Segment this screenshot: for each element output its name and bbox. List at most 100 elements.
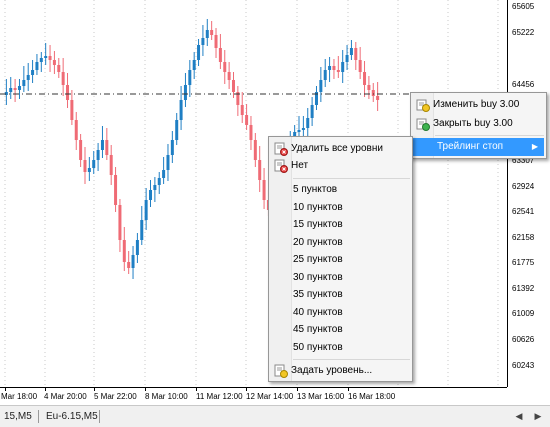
time-tick: [348, 388, 349, 391]
delete-all-levels-item[interactable]: Удалить все уровни: [271, 140, 410, 158]
menu-separator: [293, 359, 410, 360]
menu-separator: [293, 178, 410, 179]
modify-order-item[interactable]: Изменить buy 3.00: [413, 96, 544, 114]
modify-order-icon: [416, 99, 430, 112]
chart-tab[interactable]: Eu-6.15,M5: [42, 409, 102, 424]
candle-body: [79, 140, 83, 160]
candle-body: [323, 70, 327, 80]
price-label: 62541: [512, 207, 535, 216]
candle-body: [231, 80, 235, 92]
time-label: 16 Mar 18:00: [348, 392, 396, 401]
candle-body: [105, 140, 109, 155]
candle-body: [92, 160, 96, 168]
candle-body: [253, 140, 257, 160]
candle-body: [301, 128, 305, 130]
none-level-item[interactable]: Нет: [271, 157, 410, 175]
candlestick-chart[interactable]: [0, 0, 507, 387]
price-label: 60243: [512, 361, 535, 370]
candle-body: [13, 88, 17, 90]
candle-body: [9, 88, 13, 92]
candle-body: [87, 168, 91, 172]
candle-body: [131, 255, 135, 268]
scroll-left-icon[interactable]: ◀: [512, 409, 526, 423]
close-order-item[interactable]: Закрыть buy 3.00: [413, 115, 544, 133]
level-item-45[interactable]: 45 пунктов: [271, 321, 410, 339]
candle-body: [114, 175, 118, 205]
none-icon: [274, 159, 288, 173]
time-tick: [5, 388, 6, 391]
candle-body: [118, 205, 122, 240]
level-item-35[interactable]: 35 пунктов: [271, 286, 410, 304]
candle-body: [332, 66, 336, 70]
candle-body: [100, 140, 104, 150]
menu-item-label: Удалить все уровни: [291, 143, 383, 154]
menu-item-label: 45 пунктов: [293, 324, 343, 335]
close-order-icon: [416, 118, 430, 131]
set-level-item[interactable]: Задать уровень...: [271, 362, 410, 380]
menu-item-label: 40 пунктов: [293, 306, 343, 318]
candle-body: [341, 62, 345, 72]
submenu-arrow-icon: ▶: [531, 142, 538, 151]
candle-body: [367, 85, 371, 90]
candle-body: [262, 180, 266, 200]
menu-item-label: Трейлинг стоп: [437, 141, 504, 152]
candle-body: [96, 150, 100, 160]
candle-body: [61, 72, 65, 85]
price-label: 61392: [512, 284, 535, 293]
candle-body: [354, 48, 358, 60]
candle-body: [39, 58, 43, 62]
level-item-30[interactable]: 30 пунктов: [271, 269, 410, 287]
chart-tabs-bar: 15,M5 Eu-6.15,M5 ◀ ▶: [0, 405, 550, 427]
price-scale[interactable]: 65605 65222 64456 63690 63307 62924 6254…: [507, 0, 550, 387]
candle-body: [140, 220, 144, 240]
candle-body: [74, 120, 78, 140]
time-tick: [45, 388, 46, 391]
delete-levels-icon: [274, 142, 288, 156]
candle-body: [135, 240, 139, 255]
menu-item-label: 35 пунктов: [293, 289, 343, 300]
candle-body: [227, 72, 231, 80]
candle-body: [197, 45, 201, 60]
time-label: 5 Mar 22:00: [94, 392, 137, 401]
candle-body: [17, 86, 21, 90]
scroll-right-icon[interactable]: ▶: [531, 409, 545, 423]
candle-body: [122, 240, 126, 262]
level-item-10[interactable]: 10 пунктов: [271, 199, 410, 217]
candle-body: [127, 262, 131, 268]
level-item-25[interactable]: 25 пунктов: [271, 251, 410, 269]
price-label: 61775: [512, 258, 535, 267]
tab-divider: [38, 410, 39, 423]
candle-body: [22, 80, 26, 86]
chart-tab[interactable]: 15,M5: [0, 409, 36, 424]
menu-item-label: Нет: [291, 160, 309, 171]
candle-body: [240, 105, 244, 115]
time-tick: [196, 388, 197, 391]
time-label: Mar 18:00: [1, 392, 38, 401]
candle-body: [66, 85, 70, 100]
level-item-15[interactable]: 15 пунктов: [271, 216, 410, 234]
candle-body: [245, 115, 249, 125]
time-axis[interactable]: Mar 18:00 4 Mar 20:00 5 Mar 22:00 8 Mar …: [0, 387, 507, 405]
order-context-menu: Изменить buy 3.00 Закрыть buy 3.00 Трейл…: [410, 92, 547, 159]
chart-area[interactable]: [0, 0, 507, 387]
level-item-20[interactable]: 20 пунктов: [271, 234, 410, 252]
menu-separator: [435, 135, 544, 136]
candle-body: [35, 62, 39, 70]
level-item-5[interactable]: 5 пунктов: [271, 181, 410, 199]
price-label: 65222: [512, 28, 535, 37]
menu-item-label: 30 пунктов: [293, 271, 343, 283]
price-label: 62158: [512, 233, 535, 242]
trailing-stop-item[interactable]: Трейлинг стоп ▶: [413, 138, 544, 156]
candle-body: [183, 85, 187, 100]
menu-item-label: Задать уровень...: [291, 365, 373, 376]
time-tick: [297, 388, 298, 391]
candle-body: [192, 60, 196, 70]
level-item-40[interactable]: 40 пунктов: [271, 304, 410, 322]
time-tick: [94, 388, 95, 391]
candle-body: [144, 200, 148, 220]
time-tick: [145, 388, 146, 391]
candle-body: [223, 62, 227, 72]
candle-body: [205, 30, 209, 38]
level-item-50[interactable]: 50 пунктов: [271, 339, 410, 357]
candle-body: [31, 70, 35, 75]
